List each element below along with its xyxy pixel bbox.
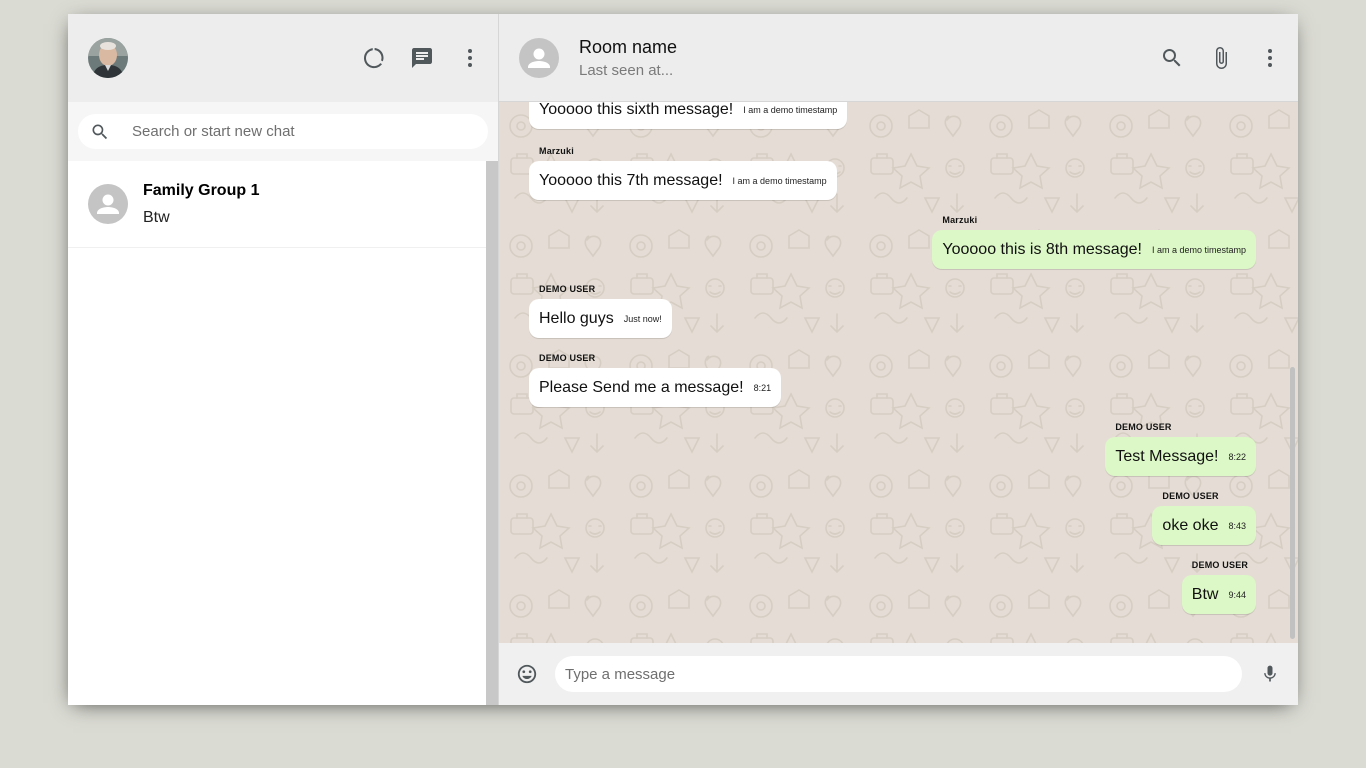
message-bubble: Hello guys Just now! (529, 299, 672, 338)
room-info: Room name Last seen at... (579, 37, 1156, 79)
message-text: Please Send me a message! (539, 378, 744, 396)
message: DEMO USER Test Message! 8:22 (1105, 422, 1256, 476)
message-time: 9:44 (1228, 589, 1246, 600)
user-avatar[interactable] (88, 38, 128, 78)
message-time: I am a demo timestamp (743, 104, 838, 115)
message-sender: DEMO USER (1115, 422, 1172, 432)
mic-icon[interactable] (1254, 658, 1286, 690)
chat-footer (499, 643, 1298, 705)
message-bubble: oke oke 8:43 (1152, 506, 1256, 545)
message-sender: DEMO USER (539, 353, 596, 363)
message-time: Just now! (623, 313, 662, 324)
message: DEMO USER oke oke 8:43 (1152, 491, 1256, 545)
message-text: Yooooo this 7th message! (539, 171, 723, 189)
last-seen: Last seen at... (579, 61, 674, 79)
message: DEMO USER Please Send me a message! 8:21 (529, 353, 782, 407)
status-icon[interactable] (358, 42, 390, 74)
attach-icon[interactable] (1205, 42, 1237, 74)
search-icon (92, 124, 108, 139)
whatsapp-app: Family Group 1 Btw Room name Last seen a… (68, 14, 1298, 705)
chat-last-message: Btw (143, 208, 170, 226)
chat-name: Family Group 1 (143, 181, 260, 199)
message: Marzuki Yooooo this 7th message! I am a … (529, 146, 837, 200)
more-vert-icon[interactable] (1254, 42, 1286, 74)
message-sender: Marzuki (942, 215, 978, 225)
more-vert-icon[interactable] (454, 42, 486, 74)
message-time: 8:43 (1228, 520, 1246, 531)
chat-list-item[interactable]: Family Group 1 Btw (68, 161, 486, 248)
message-bubble: Yooooo this 7th message! I am a demo tim… (529, 161, 837, 200)
message: DEMO USER Hello guys Just now! (529, 284, 672, 338)
message-sender: DEMO USER (1191, 560, 1249, 570)
chat-body[interactable]: Yooooo this sixth message! I am a demo t… (499, 102, 1298, 643)
message-bubble: Test Message! 8:22 (1105, 437, 1256, 476)
message-text: oke oke (1162, 516, 1219, 534)
message-sender: Marzuki (539, 146, 574, 156)
room-name: Room name (579, 36, 678, 57)
emoji-icon[interactable] (511, 658, 543, 690)
message-bubble: Yooooo this sixth message! I am a demo t… (529, 102, 848, 129)
search-input[interactable] (132, 123, 432, 140)
chat-info: Family Group 1 Btw (143, 182, 259, 227)
message-bubble: Yooooo this is 8th message! I am a demo … (932, 230, 1256, 269)
sidebar-body: Family Group 1 Btw (68, 161, 498, 705)
message-text: Yooooo this is 8th message! (942, 240, 1142, 258)
search-icon[interactable] (1156, 42, 1188, 74)
message: DEMO USER Btw 9:44 (1181, 560, 1256, 614)
chat-header: Room name Last seen at... (499, 14, 1298, 102)
message-text: Btw (1191, 585, 1219, 603)
message-bubble: Btw 9:44 (1181, 575, 1256, 614)
message-time: I am a demo timestamp (1151, 244, 1246, 255)
room-avatar[interactable] (519, 37, 559, 78)
message-text: Hello guys (539, 309, 614, 327)
chat-scrollbar[interactable] (1290, 367, 1295, 639)
message-text: Yooooo this sixth message! (539, 102, 734, 118)
chat-panel: Room name Last seen at... Yooooo this si… (499, 14, 1298, 705)
message-bubble: Please Send me a message! 8:21 (529, 368, 782, 407)
sidebar-header (68, 14, 498, 102)
search-container (68, 102, 498, 161)
message-time: I am a demo timestamp (732, 175, 827, 186)
sidebar-scrollbar[interactable] (486, 161, 498, 705)
chat-list: Family Group 1 Btw (68, 161, 486, 705)
chat-avatar (88, 184, 128, 224)
message-sender: DEMO USER (1162, 491, 1219, 501)
message-sender: DEMO USER (539, 284, 596, 294)
new-chat-icon[interactable] (406, 42, 438, 74)
sidebar: Family Group 1 Btw (68, 14, 499, 705)
message-time: 8:22 (1228, 451, 1246, 462)
message-time: 8:21 (753, 382, 772, 393)
message-text: Test Message! (1115, 447, 1219, 465)
search-box (78, 114, 488, 149)
message: Marzuki Yooooo this is 8th message! I am… (932, 215, 1256, 269)
message-input[interactable] (555, 656, 1242, 692)
message: Yooooo this sixth message! I am a demo t… (529, 102, 848, 129)
